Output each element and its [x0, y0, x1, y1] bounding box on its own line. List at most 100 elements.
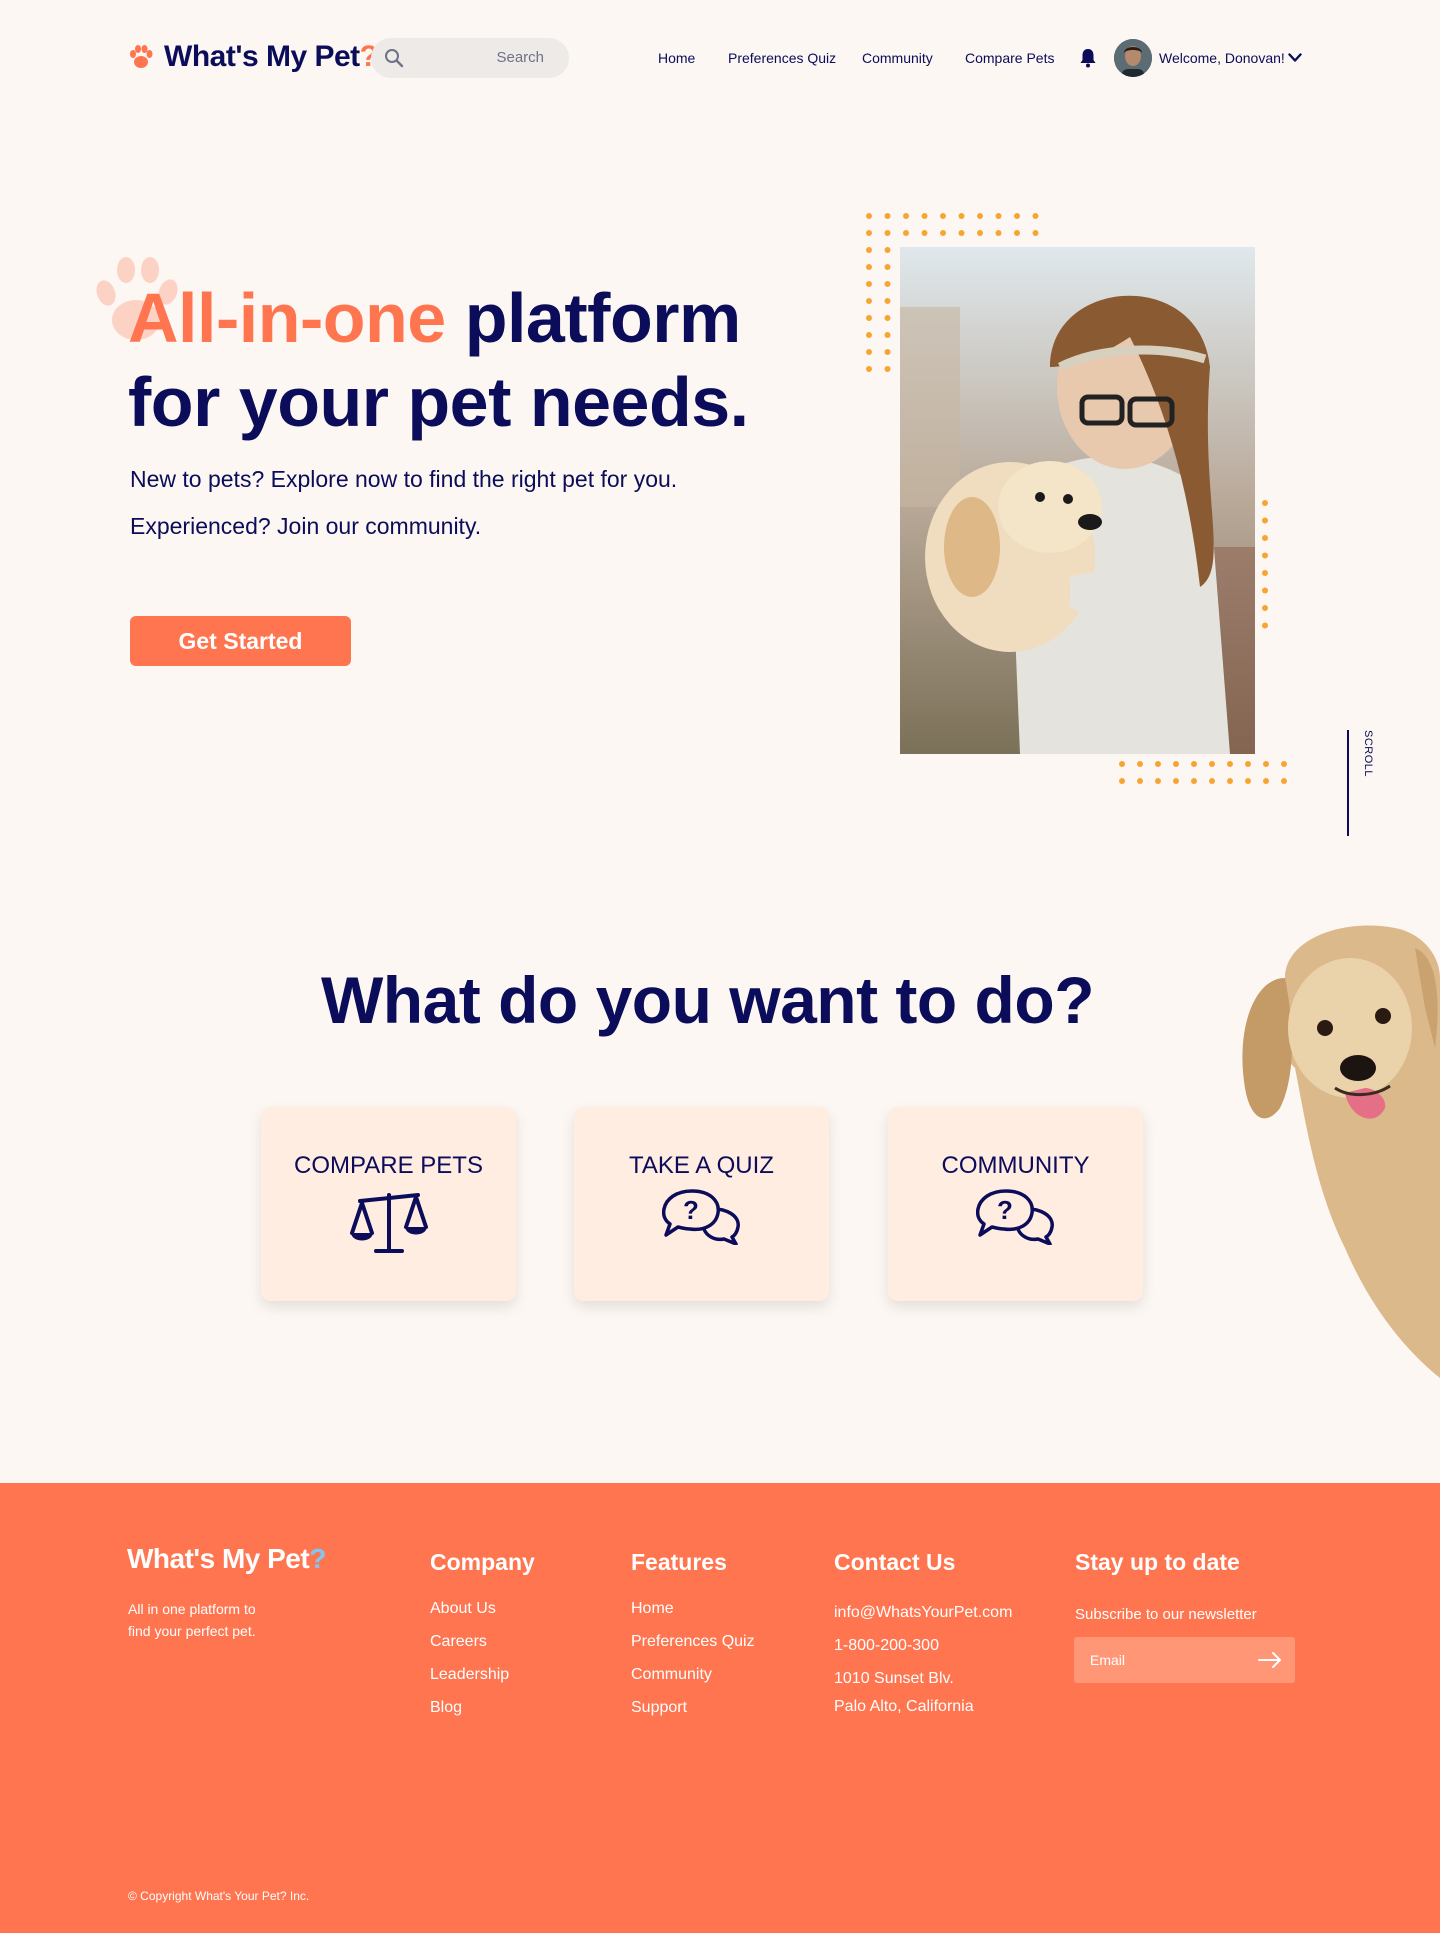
decorative-dot	[903, 213, 909, 219]
footer-brand[interactable]: What's My Pet?	[127, 1543, 326, 1575]
bell-icon[interactable]	[1079, 48, 1097, 68]
footer-newsletter-heading: Stay up to date	[1075, 1549, 1240, 1575]
question-chat-icon: ?	[661, 1189, 740, 1245]
footer-features-heading: Features	[631, 1549, 727, 1575]
footer-link-preferences-quiz[interactable]: Preferences Quiz	[631, 1633, 755, 1651]
decorative-dot	[958, 213, 965, 219]
search-bar[interactable]: Search	[371, 38, 569, 78]
decorative-dot	[1014, 213, 1020, 219]
footer-contact-email[interactable]: info@WhatsYourPet.com	[834, 1604, 1012, 1622]
decorative-dot	[1173, 778, 1179, 784]
decorative-dot	[1191, 761, 1197, 767]
take-quiz-card[interactable]: TAKE A QUIZ ?	[574, 1107, 829, 1301]
decorative-dot	[1245, 761, 1251, 767]
decorative-dot	[995, 230, 1002, 236]
decorative-dot	[866, 349, 872, 355]
get-started-button[interactable]: Get Started	[130, 616, 351, 666]
decorative-dot	[1155, 761, 1161, 767]
decorative-dot	[1262, 605, 1268, 611]
decorative-dot	[884, 298, 891, 304]
footer-link-community[interactable]: Community	[631, 1666, 712, 1684]
chevron-down-icon[interactable]	[1288, 53, 1302, 63]
nav-compare-pets[interactable]: Compare Pets	[965, 50, 1054, 66]
decorative-dot	[866, 281, 872, 287]
decorative-dot	[921, 213, 928, 219]
decorative-dot	[1262, 500, 1268, 506]
email-field[interactable]	[1074, 1637, 1249, 1683]
footer-contact-heading: Contact Us	[834, 1549, 956, 1575]
search-icon	[385, 49, 404, 68]
decorative-dot	[1173, 761, 1179, 767]
decorative-dot	[1262, 552, 1268, 559]
dog-image	[1225, 918, 1440, 1378]
decorative-dot	[1032, 213, 1039, 219]
card-title: TAKE A QUIZ	[629, 1152, 774, 1179]
decorative-dot	[1191, 778, 1197, 784]
decorative-dot	[884, 247, 891, 253]
avatar[interactable]	[1114, 39, 1152, 77]
decorative-dot	[866, 298, 872, 304]
decorative-dot	[1227, 778, 1233, 784]
hero-subtitle-2: Experienced? Join our community.	[130, 513, 482, 539]
newsletter-form	[1074, 1637, 1295, 1683]
scales-icon	[349, 1193, 428, 1253]
decorative-dot	[1281, 761, 1287, 767]
decorative-dot	[866, 247, 872, 253]
decorative-dot	[1209, 761, 1215, 767]
decorative-dot	[921, 230, 928, 236]
decorative-dot	[1137, 761, 1143, 767]
svg-text:?: ?	[997, 1195, 1013, 1225]
nav-home[interactable]: Home	[658, 50, 695, 66]
decorative-dot	[866, 332, 872, 338]
decorative-dot	[866, 315, 872, 321]
hero-title: All-in-one platform for your pet needs.	[128, 279, 749, 441]
decorative-dot	[866, 264, 872, 270]
question-chat-icon: ?	[975, 1189, 1054, 1245]
hero-subtitle-1: New to pets? Explore now to find the rig…	[130, 466, 678, 492]
footer-link-home[interactable]: Home	[631, 1600, 674, 1618]
decorative-dot	[1119, 778, 1125, 784]
brand-logo[interactable]: What's My Pet?	[128, 40, 378, 74]
decorative-dot	[866, 366, 872, 372]
svg-text:?: ?	[683, 1195, 699, 1225]
decorative-dot	[1263, 778, 1269, 784]
footer-link-blog[interactable]: Blog	[430, 1699, 462, 1717]
scroll-indicator-label: SCROLL	[1362, 730, 1374, 778]
nav-community[interactable]: Community	[862, 50, 933, 66]
footer-link-support[interactable]: Support	[631, 1699, 687, 1717]
footer-link-careers[interactable]: Careers	[430, 1633, 487, 1651]
decorative-dot	[884, 281, 891, 287]
decorative-dot	[1119, 761, 1125, 767]
scroll-indicator-line	[1347, 730, 1349, 836]
decorative-dot	[884, 366, 891, 372]
decorative-dot	[977, 213, 983, 219]
hero-image	[900, 247, 1255, 754]
section-title: What do you want to do?	[320, 963, 1095, 1037]
paw-icon	[130, 45, 153, 68]
decorative-dot	[884, 213, 891, 219]
decorative-dot	[903, 230, 909, 236]
decorative-dot	[1262, 570, 1268, 576]
footer-contact-address-2: Palo Alto, California	[834, 1698, 974, 1715]
decorative-dot	[1262, 622, 1268, 629]
community-card[interactable]: COMMUNITY ?	[888, 1107, 1143, 1301]
decorative-dot	[884, 332, 891, 338]
copyright: © Copyright What's Your Pet? Inc.	[128, 1889, 310, 1903]
footer-contact-phone[interactable]: 1-800-200-300	[834, 1637, 939, 1655]
footer-company-heading: Company	[430, 1549, 535, 1575]
footer-link-leadership[interactable]: Leadership	[430, 1666, 509, 1684]
footer-newsletter-text: Subscribe to our newsletter	[1075, 1606, 1257, 1623]
footer-tagline: All in one platform to find your perfect…	[128, 1601, 256, 1639]
decorative-dot	[1227, 761, 1233, 767]
decorative-dot	[866, 230, 872, 236]
welcome-text: Welcome, Donovan!	[1159, 50, 1285, 66]
decorative-dot	[940, 230, 946, 236]
decorative-dot	[1155, 778, 1161, 784]
compare-pets-card[interactable]: COMPARE PETS	[261, 1107, 516, 1301]
footer-link-about-us[interactable]: About Us	[430, 1600, 496, 1618]
decorative-dot	[884, 349, 891, 355]
nav-preferences-quiz[interactable]: Preferences Quiz	[728, 50, 836, 66]
brand-name: What's My Pet?	[164, 40, 378, 73]
card-title: COMPARE PETS	[294, 1152, 483, 1179]
arrow-right-icon[interactable]	[1257, 1651, 1283, 1669]
